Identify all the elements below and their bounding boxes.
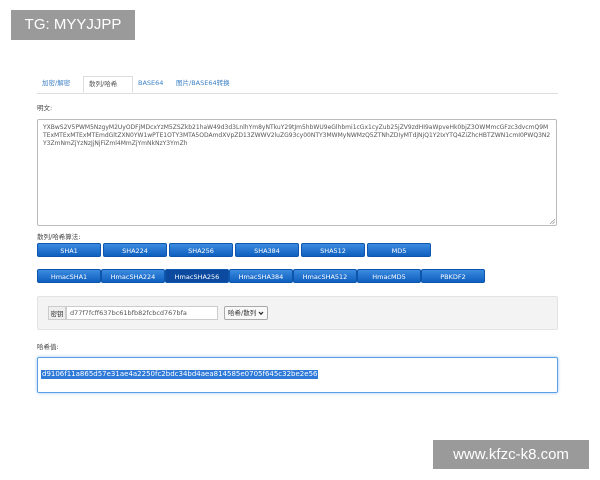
tab-encrypt-decrypt[interactable]: 加密/解密 xyxy=(37,76,83,93)
sha256-button[interactable]: SHA256 xyxy=(169,243,233,257)
key-input[interactable]: d77f7fcff637bc61bfb82fcbcd767bfa xyxy=(66,306,218,320)
sha1-button[interactable]: SHA1 xyxy=(37,243,101,257)
hash-mode-select[interactable]: 哈希/散列 xyxy=(224,306,268,320)
hmacsha384-button[interactable]: HmacSHA384 xyxy=(229,269,293,283)
hmacmd5-button[interactable]: HmacMD5 xyxy=(357,269,421,283)
resize-handle-icon[interactable] xyxy=(549,218,555,224)
hmacsha256-button[interactable]: HmacSHA256 xyxy=(165,269,229,283)
sha512-button[interactable]: SHA512 xyxy=(301,243,365,257)
md5-button[interactable]: MD5 xyxy=(367,243,431,257)
tab-bar: 加密/解密 散列/哈希 BASE64 图片/BASE64转换 xyxy=(37,76,558,94)
tab-image-base64[interactable]: 图片/BASE64转换 xyxy=(171,76,247,93)
hmacsha512-button[interactable]: HmacSHA512 xyxy=(293,269,357,283)
watermark-top: TG: MYYJJPP xyxy=(11,10,135,40)
tab-base64[interactable]: BASE64 xyxy=(133,76,169,93)
pbkdf2-button[interactable]: PBKDF2 xyxy=(421,269,485,283)
plaintext-label: 明文: xyxy=(37,104,53,112)
sha384-button[interactable]: SHA384 xyxy=(235,243,299,257)
hmacsha224-button[interactable]: HmacSHA224 xyxy=(101,269,165,283)
plaintext-textarea[interactable]: YXBwS2V5PWM5NzgyM2UyODFjMDcxYzM5ZSZkb21h… xyxy=(37,119,557,226)
watermark-bottom: www.kfzc-k8.com xyxy=(433,440,589,469)
tab-hash[interactable]: 散列/哈希 xyxy=(83,76,133,93)
hash-mode-label: 哈希/散列 xyxy=(228,309,257,317)
key-panel: 密钥 d77f7fcff637bc61bfb82fcbcd767bfa 哈希/散… xyxy=(37,296,558,330)
key-label: 密钥 xyxy=(48,306,66,320)
result-textarea[interactable]: d9106f11a865d57e31ae4a2250fc2bdc34bd4aea… xyxy=(37,357,558,393)
sha224-button[interactable]: SHA224 xyxy=(103,243,167,257)
hmacsha1-button[interactable]: HmacSHA1 xyxy=(37,269,101,283)
chevron-down-icon xyxy=(258,311,264,316)
result-label: 哈希值: xyxy=(37,343,59,351)
result-value: d9106f11a865d57e31ae4a2250fc2bdc34bd4aea… xyxy=(41,370,319,379)
algorithm-label: 散列/哈希算法: xyxy=(37,233,81,241)
plaintext-value: YXBwS2V5PWM5NzgyM2UyODFjMDcxYzM5ZSZkb21h… xyxy=(43,124,551,147)
